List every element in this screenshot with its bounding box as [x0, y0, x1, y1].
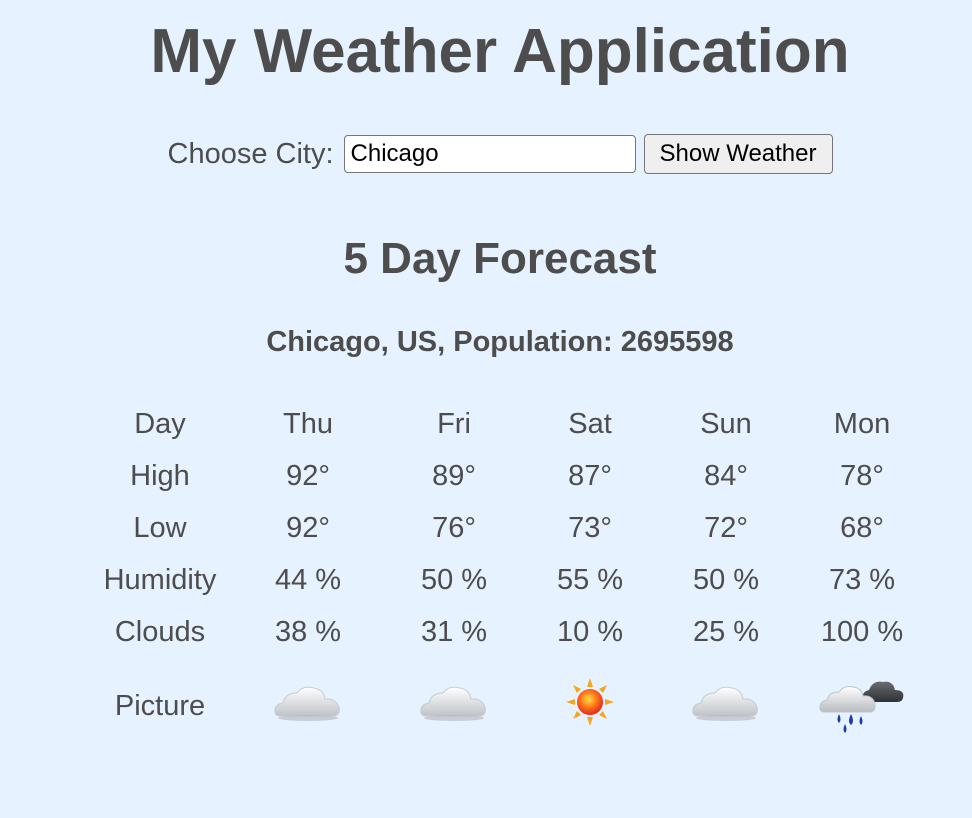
clouds-cell: 25 % [692, 615, 760, 648]
clouds-cell: 100 % [820, 615, 904, 648]
weather-app-page: My Weather Application Choose City: Show… [0, 0, 972, 818]
clouds-row-label: Clouds [114, 615, 206, 648]
picture-cell [522, 658, 658, 746]
picture-row-label: Picture [114, 689, 206, 722]
clouds-cell: 31 % [420, 615, 488, 648]
humidity-row-label: Humidity [103, 563, 217, 596]
cloud-icon [690, 680, 762, 732]
picture-cell [230, 658, 386, 746]
city-form: Choose City: Show Weather [0, 134, 972, 174]
clouds-row: Clouds 38 % 31 % 10 % 25 % 100 % [90, 606, 930, 658]
day-row: Day Thu Fri Sat Sun Mon [90, 398, 930, 450]
location-info: Chicago, US, Population: 2695598 [266, 326, 734, 358]
show-weather-button[interactable]: Show Weather [643, 134, 833, 174]
low-row: Low 92° 76° 73° 72° 68° [90, 502, 930, 554]
low-cell: 92° [286, 511, 330, 544]
humidity-row: Humidity 44 % 50 % 55 % 50 % 73 % [90, 554, 930, 606]
choose-city-label: Choose City: [167, 137, 334, 170]
day-cell: Mon [833, 407, 891, 440]
sun-icon [564, 676, 616, 736]
clouds-cell: 38 % [274, 615, 342, 648]
low-cell: 72° [704, 511, 748, 544]
low-cell: 76° [432, 511, 476, 544]
day-row-label: Day [134, 407, 186, 440]
app-title: My Weather Application [150, 17, 850, 86]
low-cell: 73° [568, 511, 612, 544]
high-row: High 92° 89° 87° 84° 78° [90, 450, 930, 502]
picture-row: Picture [90, 658, 930, 746]
low-row-label: Low [133, 511, 187, 544]
picture-cell [658, 658, 794, 746]
low-cell: 68° [840, 511, 884, 544]
humidity-cell: 50 % [420, 563, 488, 596]
picture-cell [794, 658, 930, 746]
humidity-cell: 50 % [692, 563, 760, 596]
day-cell: Fri [437, 407, 471, 440]
high-cell: 78° [840, 459, 884, 492]
city-input[interactable] [343, 135, 636, 173]
high-cell: 87° [568, 459, 612, 492]
clouds-cell: 10 % [556, 615, 624, 648]
forecast-table: Day Thu Fri Sat Sun Mon High 92° 89° 87°… [90, 398, 930, 746]
forecast-title: 5 Day Forecast [343, 234, 657, 283]
high-cell: 89° [432, 459, 476, 492]
humidity-cell: 73 % [828, 563, 896, 596]
picture-cell [386, 658, 522, 746]
cloud-icon [418, 680, 490, 732]
day-cell: Thu [283, 407, 333, 440]
rain-cloud-icon [817, 670, 907, 742]
high-row-label: High [130, 459, 190, 492]
cloud-icon [272, 680, 344, 732]
high-cell: 92° [286, 459, 330, 492]
day-cell: Sun [700, 407, 752, 440]
high-cell: 84° [704, 459, 748, 492]
day-cell: Sat [568, 407, 612, 440]
humidity-cell: 44 % [274, 563, 342, 596]
humidity-cell: 55 % [556, 563, 624, 596]
